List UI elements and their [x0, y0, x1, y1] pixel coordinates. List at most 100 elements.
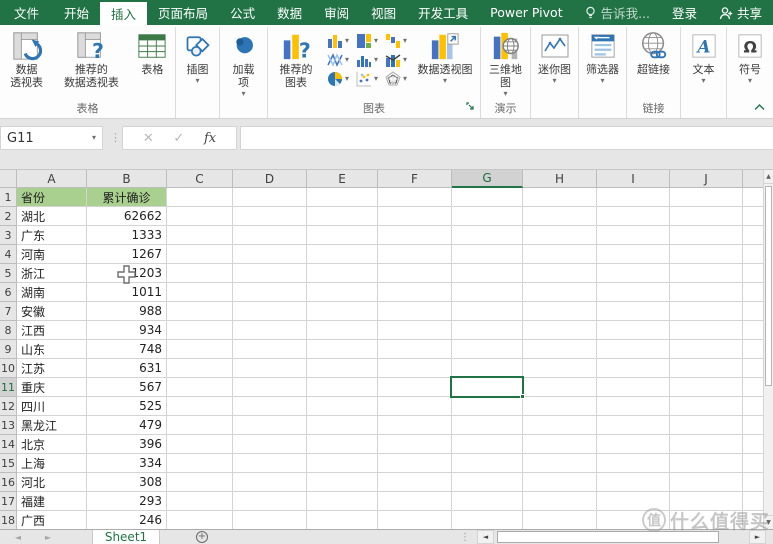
cell-B1[interactable]: 累计确诊 [87, 188, 167, 207]
cell-H8[interactable] [523, 321, 597, 340]
cell-C9[interactable] [167, 340, 233, 359]
cell-G10[interactable] [452, 359, 523, 378]
cell-H3[interactable] [523, 226, 597, 245]
cell-I15[interactable] [597, 454, 670, 473]
cell-K7[interactable] [743, 302, 763, 321]
insert-column-chart-button[interactable]: ▾ [325, 32, 351, 50]
cell-I2[interactable] [597, 207, 670, 226]
share-button[interactable]: 共享 [708, 0, 773, 25]
cell-B10[interactable]: 631 [87, 359, 167, 378]
cell-J13[interactable] [670, 416, 743, 435]
cell-H1[interactable] [523, 188, 597, 207]
cell-A5[interactable]: 浙江 [17, 264, 87, 283]
cell-J7[interactable] [670, 302, 743, 321]
cell-G2[interactable] [452, 207, 523, 226]
horizontal-scroll-thumb[interactable] [497, 531, 719, 543]
cell-D8[interactable] [233, 321, 307, 340]
cell-D4[interactable] [233, 245, 307, 264]
cell-D7[interactable] [233, 302, 307, 321]
col-header-F[interactable]: F [378, 170, 452, 188]
cell-E4[interactable] [307, 245, 378, 264]
cell-A3[interactable]: 广东 [17, 226, 87, 245]
scroll-down-icon[interactable]: ▼ [764, 515, 773, 529]
cell-F11[interactable] [378, 378, 452, 397]
cell-K9[interactable] [743, 340, 763, 359]
cell-F3[interactable] [378, 226, 452, 245]
cell-E15[interactable] [307, 454, 378, 473]
hyperlink-button[interactable]: 超链接 [629, 27, 678, 76]
text-button[interactable]: A 文本 ▾ [683, 27, 724, 86]
cell-I14[interactable] [597, 435, 670, 454]
cell-G5[interactable] [452, 264, 523, 283]
cell-I3[interactable] [597, 226, 670, 245]
cell-C4[interactable] [167, 245, 233, 264]
cell-J4[interactable] [670, 245, 743, 264]
new-sheet-button[interactable]: + [194, 530, 210, 544]
cell-D17[interactable] [233, 492, 307, 511]
cell-C5[interactable] [167, 264, 233, 283]
cell-B15[interactable]: 334 [87, 454, 167, 473]
cell-A11[interactable]: 重庆 [17, 378, 87, 397]
cell-J3[interactable] [670, 226, 743, 245]
row-header-6[interactable]: 6 [0, 283, 17, 302]
cell-J9[interactable] [670, 340, 743, 359]
tab-formulas[interactable]: 公式 [219, 0, 266, 25]
cell-D11[interactable] [233, 378, 307, 397]
cell-E5[interactable] [307, 264, 378, 283]
cell-K6[interactable] [743, 283, 763, 302]
cell-C8[interactable] [167, 321, 233, 340]
cell-K12[interactable] [743, 397, 763, 416]
cell-D10[interactable] [233, 359, 307, 378]
cell-F13[interactable] [378, 416, 452, 435]
cell-E8[interactable] [307, 321, 378, 340]
cell-G16[interactable] [452, 473, 523, 492]
row-header-12[interactable]: 12 [0, 397, 17, 416]
cell-F17[interactable] [378, 492, 452, 511]
tab-file[interactable]: 文件 [0, 0, 53, 25]
cell-E6[interactable] [307, 283, 378, 302]
col-header-B[interactable]: B [87, 170, 167, 188]
cell-C2[interactable] [167, 207, 233, 226]
tell-me-box[interactable]: 告诉我... [574, 0, 661, 25]
col-header-I[interactable]: I [597, 170, 670, 188]
cell-E9[interactable] [307, 340, 378, 359]
cell-A8[interactable]: 江西 [17, 321, 87, 340]
cell-C15[interactable] [167, 454, 233, 473]
col-header-partial[interactable] [743, 170, 763, 188]
cell-B12[interactable]: 525 [87, 397, 167, 416]
cell-I7[interactable] [597, 302, 670, 321]
horizontal-scrollbar[interactable] [496, 530, 747, 544]
cell-D13[interactable] [233, 416, 307, 435]
cell-F7[interactable] [378, 302, 452, 321]
cell-E13[interactable] [307, 416, 378, 435]
name-box[interactable]: G11▾ [0, 126, 103, 150]
row-header-17[interactable]: 17 [0, 492, 17, 511]
row-header-15[interactable]: 15 [0, 454, 17, 473]
insert-waterfall-chart-button[interactable]: ▾ [383, 32, 409, 50]
cell-B17[interactable]: 293 [87, 492, 167, 511]
cell-D5[interactable] [233, 264, 307, 283]
cell-F18[interactable] [378, 511, 452, 529]
cell-E11[interactable] [307, 378, 378, 397]
cell-D12[interactable] [233, 397, 307, 416]
row-header-9[interactable]: 9 [0, 340, 17, 359]
cell-J15[interactable] [670, 454, 743, 473]
cell-K1[interactable] [743, 188, 763, 207]
cell-J18[interactable] [670, 511, 743, 529]
cell-D18[interactable] [233, 511, 307, 529]
cell-I8[interactable] [597, 321, 670, 340]
cell-F16[interactable] [378, 473, 452, 492]
tab-home[interactable]: 开始 [53, 0, 100, 25]
enter-icon[interactable]: ✓ [173, 131, 184, 146]
cell-H18[interactable] [523, 511, 597, 529]
tab-view[interactable]: 视图 [360, 0, 407, 25]
cell-I12[interactable] [597, 397, 670, 416]
cell-J14[interactable] [670, 435, 743, 454]
cell-A18[interactable]: 广西 [17, 511, 87, 529]
cell-D3[interactable] [233, 226, 307, 245]
cell-G8[interactable] [452, 321, 523, 340]
cell-C13[interactable] [167, 416, 233, 435]
row-header-2[interactable]: 2 [0, 207, 17, 226]
col-header-C[interactable]: C [167, 170, 233, 188]
cell-A15[interactable]: 上海 [17, 454, 87, 473]
